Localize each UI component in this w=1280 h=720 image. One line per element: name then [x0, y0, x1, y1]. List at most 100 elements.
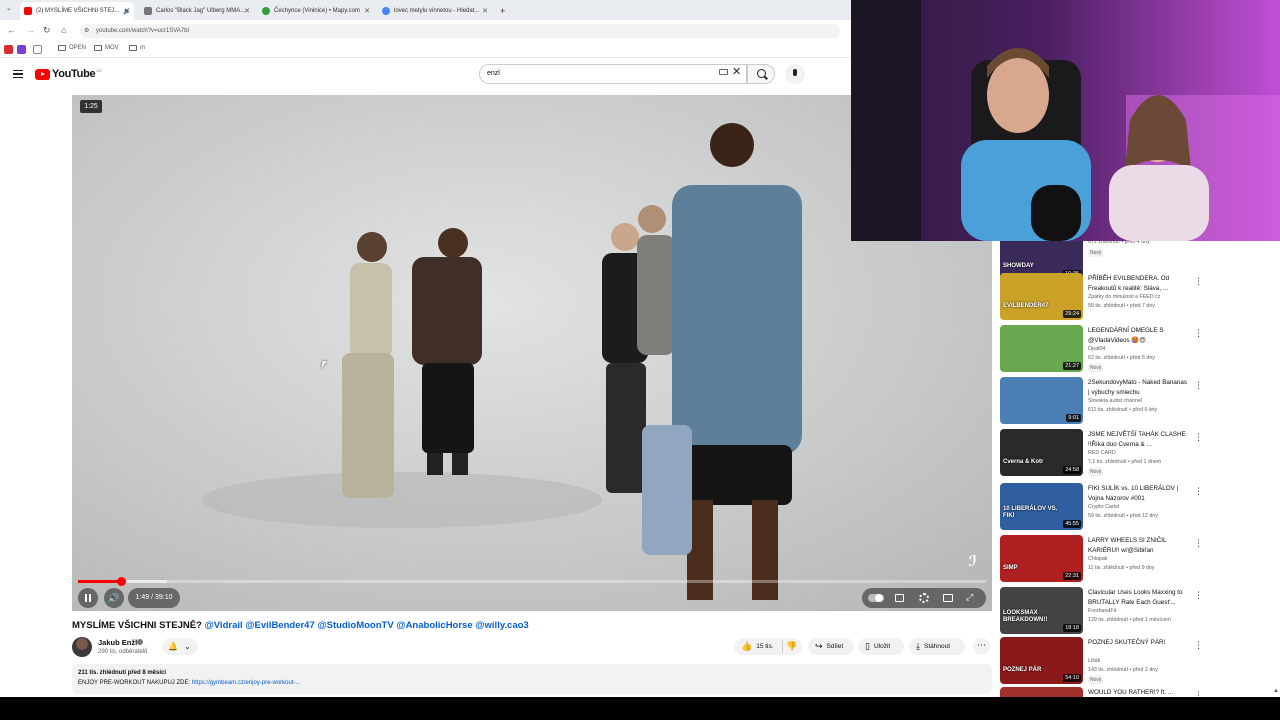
mention-link[interactable]: @EvilBender47 [245, 620, 314, 631]
download-button[interactable]: ⤓ Stáhnout [909, 638, 965, 655]
scroll-down-arrow-icon[interactable]: ▲ [1273, 688, 1279, 694]
kebab-menu-icon[interactable]: ⋮ [1194, 432, 1203, 443]
volume-icon[interactable]: 🔊 [104, 588, 124, 608]
fullscreen-icon[interactable]: ⤢ [966, 592, 973, 603]
recommendation-item[interactable]: 10 LIBERÁLOV VS. FIKI 45:55 FIKI SULÍK vs.… [1000, 483, 1280, 533]
recommendation-item[interactable]: POZNEJ PÁR 54:10 POZNEJ SKUTEČNÝ PÁR! Lišák… [1000, 637, 1280, 687]
mention-link[interactable]: @AnabolicHorse [396, 620, 472, 631]
bookmark-folder-mov[interactable]: MOV [94, 45, 119, 51]
address-bar[interactable]: ⚙ youtube.com/watch?v=ucr1SVA7bI [80, 24, 840, 38]
recommendation-item[interactable]: SIMP 22:31 LARRY WHEELS SI ZNIČIL KARIÉRU!… [1000, 535, 1280, 585]
reload-icon[interactable]: ↻ [43, 25, 51, 36]
video-thumbnail[interactable]: POZNEJ PÁR 54:10 [1000, 637, 1083, 684]
browser-tab[interactable]: lovec metylu vinnetou - Hledat... ✕ [378, 2, 492, 20]
pause-button[interactable] [78, 588, 98, 608]
thumbs-down-icon[interactable]: 👎 [786, 638, 797, 655]
recommendation-title[interactable]: POZNEJ SKUTEČNÝ PÁR! [1088, 638, 1188, 648]
bookmark-folder-m[interactable]: m [129, 45, 145, 51]
site-info-icon[interactable]: ⚙ [84, 24, 89, 38]
bookmark-app-icon[interactable] [17, 45, 26, 54]
share-button[interactable]: ↪ Sdílet [808, 638, 854, 655]
keyboard-icon[interactable] [719, 69, 728, 75]
theater-mode-icon[interactable] [943, 594, 953, 602]
recommendation-item[interactable]: Cverna & Kotr 24:58 JSME NEJVĚTŠÍ TAHÁK CL… [1000, 429, 1280, 479]
kebab-menu-icon[interactable]: ⋮ [1194, 538, 1203, 549]
recommendation-item[interactable]: 21:27 LEGENDÁRNÍ OMEGLE S @VladaVideos 🥵😍… [1000, 325, 1280, 375]
mention-link[interactable]: @Vidrail [205, 620, 243, 631]
kebab-menu-icon[interactable]: ⋮ [1194, 690, 1203, 697]
new-tab-button[interactable]: + [496, 2, 509, 20]
video-thumbnail[interactable]: LÁSKA VS MILIARDA [1000, 687, 1083, 697]
recommendation-channel[interactable]: Slovakia autist channel [1088, 398, 1188, 404]
recommendation-title[interactable]: LEGENDÁRNÍ OMEGLE S @VladaVideos 🥵😍 [1088, 326, 1188, 345]
video-thumbnail[interactable]: LOOKSMAX BREAKDOWN!! 18:18 [1000, 587, 1083, 634]
settings-gear-icon[interactable] [919, 593, 929, 603]
home-icon[interactable]: ⌂ [61, 25, 66, 35]
close-tab-icon[interactable]: ✕ [124, 7, 130, 15]
browser-tab-active[interactable]: (2) MYSLÍME VŠICHNI STEJ... 🔊 ✕ [20, 2, 134, 20]
save-button[interactable]: ▯ Uložit [858, 638, 904, 655]
kebab-menu-icon[interactable]: ⋮ [1194, 276, 1203, 287]
kebab-menu-icon[interactable]: ⋮ [1194, 486, 1203, 497]
close-tab-icon[interactable]: ✕ [364, 7, 370, 15]
kebab-menu-icon[interactable]: ⋮ [1194, 380, 1203, 391]
close-tab-icon[interactable]: ✕ [244, 7, 250, 15]
progress-bar[interactable] [78, 577, 986, 586]
search-button[interactable] [747, 64, 775, 84]
kebab-menu-icon[interactable]: ⋮ [1194, 328, 1203, 339]
recommendation-title[interactable]: FIKI SULÍK vs. 10 LIBERÁLOV | Vojna Názo… [1088, 484, 1188, 503]
recommendation-title[interactable]: PŘÍBĚH EVILBENDERA. Od Freakoutů k reali… [1088, 274, 1188, 293]
recommendation-item[interactable]: LÁSKA VS MILIARDA WOULD YOU RATHER!? ft. … [1000, 687, 1280, 697]
recommendation-title[interactable]: LARRY WHEELS SI ZNIČIL KARIÉRU!! w/@Sibi… [1088, 536, 1188, 555]
recommendation-channel[interactable]: Crypto Cartel [1088, 504, 1188, 510]
video-thumbnail[interactable]: 21:27 [1000, 325, 1083, 372]
recommendation-title[interactable]: WOULD YOU RATHER!? ft. ... [1088, 688, 1188, 697]
forward-icon[interactable]: → [26, 25, 35, 35]
browser-tab[interactable]: Carlos "Black Jag" Ulberg MMA... ✕ [140, 2, 254, 20]
tab-search-icon[interactable]: ⌄ [6, 4, 12, 12]
recommendation-channel[interactable]: FreshandFit [1088, 608, 1188, 614]
clear-search-icon[interactable]: ✕ [732, 65, 741, 78]
notification-bell-button[interactable]: 🔔 ⌄ [162, 638, 198, 655]
like-button[interactable]: 👍 15 tis. 👎 [734, 638, 802, 655]
channel-name[interactable]: Jakub Enžl [98, 638, 137, 647]
channel-watermark-icon[interactable]: ℐ [968, 552, 984, 570]
recommendation-title[interactable]: 2SekundovyMato - Naked Bananas | výbuchy… [1088, 378, 1188, 397]
apps-grid-icon[interactable] [33, 45, 42, 54]
hamburger-menu-icon[interactable] [13, 70, 23, 78]
recommendation-channel[interactable]: Lišák [1088, 658, 1188, 664]
video-thumbnail[interactable]: EVILBENDER47 29:24 [1000, 273, 1083, 320]
recommendation-item[interactable]: 9:01 2SekundovyMato - Naked Bananas | výb… [1000, 377, 1280, 427]
recommendation-item[interactable]: EVILBENDER47 29:24 PŘÍBĚH EVILBENDERA. Od … [1000, 273, 1280, 323]
description-link[interactable]: https://gymbeam.cz/enjoy-pre-workout-... [192, 680, 301, 686]
recommendation-channel[interactable]: Zpátky do minulosti a FEED cz [1088, 294, 1188, 300]
back-icon[interactable]: ← [7, 25, 16, 35]
video-thumbnail[interactable]: SIMP 22:31 [1000, 535, 1083, 582]
video-thumbnail[interactable]: 10 LIBERÁLOV VS. FIKI 45:55 [1000, 483, 1083, 530]
bookmark-folder-open[interactable]: OPEN [58, 45, 86, 51]
recommendation-title[interactable]: JSME NEJVĚTŠÍ TAHÁK CLASHE !!Říká duo Cv… [1088, 430, 1188, 449]
search-input[interactable]: enzl [479, 64, 747, 84]
recommendation-channel[interactable]: RED CARD [1088, 450, 1188, 456]
scrubber-handle[interactable] [116, 577, 126, 586]
voice-search-mic-icon[interactable] [785, 64, 805, 84]
recommendation-channel[interactable]: Opat04 [1088, 346, 1188, 352]
description-box[interactable]: 211 tis. zhlédnutí před 8 měsíci ENJOY P… [72, 664, 992, 694]
kebab-menu-icon[interactable]: ⋮ [1194, 640, 1203, 651]
recommendation-item[interactable]: LOOKSMAX BREAKDOWN!! 18:18 Clavicular Uses… [1000, 587, 1280, 637]
autoplay-toggle[interactable] [868, 594, 884, 602]
youtube-logo[interactable]: YouTube CZ [35, 68, 102, 80]
channel-avatar[interactable] [72, 637, 92, 657]
video-thumbnail[interactable]: Cverna & Kotr 24:58 [1000, 429, 1083, 476]
close-tab-icon[interactable]: ✕ [482, 7, 488, 15]
subtitles-icon[interactable] [895, 594, 904, 602]
recommendation-channel[interactable]: Chlupak [1088, 556, 1188, 562]
kebab-menu-icon[interactable]: ⋮ [1194, 590, 1203, 601]
mention-link[interactable]: @StudioMoonTV [317, 620, 393, 631]
more-actions-icon[interactable]: ⋯ [973, 638, 990, 655]
bookmark-app-icon[interactable] [4, 45, 13, 54]
recommendation-title[interactable]: Clavicular Uses Looks Maxxing to BRUTALL… [1088, 588, 1188, 607]
mention-link[interactable]: @willy.cao3 [475, 620, 528, 631]
video-thumbnail[interactable]: 9:01 [1000, 377, 1083, 424]
browser-tab[interactable]: Čechynce (Vininice) • Mapy.com ✕ [258, 2, 374, 20]
